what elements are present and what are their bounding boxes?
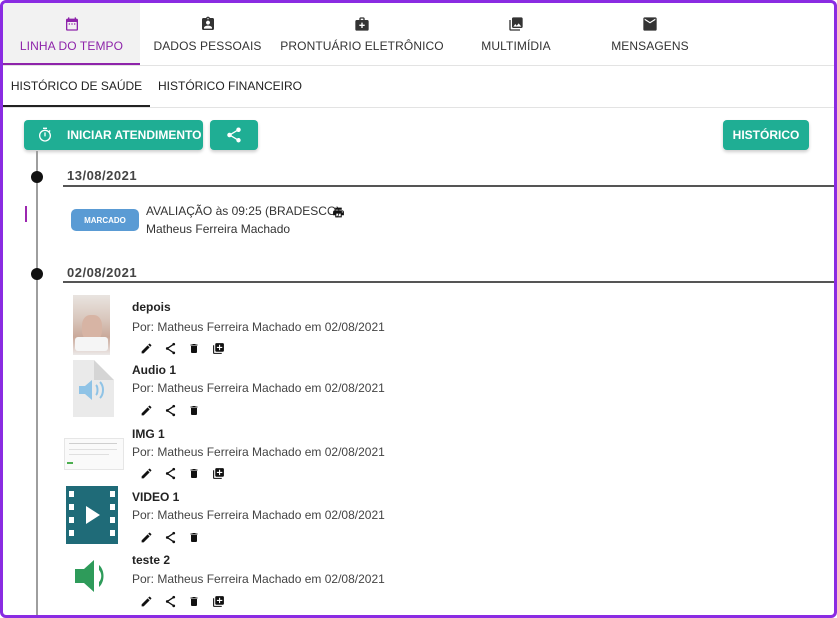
play-icon: [86, 506, 100, 524]
status-badge: MARCADO: [71, 209, 139, 231]
speaker-thumbnail[interactable]: [71, 556, 117, 596]
delete-icon[interactable]: [186, 402, 202, 418]
thumb-line: [69, 454, 109, 455]
share-icon[interactable]: [162, 465, 178, 481]
delete-icon[interactable]: [186, 529, 202, 545]
photo-thumbnail[interactable]: [73, 295, 110, 355]
tab-dados-pessoais[interactable]: DADOS PESSOAIS: [140, 3, 275, 65]
thumb-line: [69, 443, 117, 444]
add-copy-icon[interactable]: [210, 593, 226, 609]
tab-linha-do-tempo[interactable]: LINHA DO TEMPO: [3, 3, 140, 65]
delete-icon[interactable]: [186, 340, 202, 356]
timeline-date: 02/08/2021: [67, 265, 138, 280]
item-actions: [138, 402, 210, 418]
volume-icon: [75, 560, 104, 592]
appointment-title: AVALIAÇÃO às 09:25 (BRADESCO): [146, 204, 341, 218]
screenshot-thumbnail[interactable]: [64, 438, 124, 470]
id-badge-icon: [200, 15, 216, 33]
tab-label: LINHA DO TEMPO: [19, 39, 124, 53]
item-actions: [138, 465, 234, 481]
film-hole: [110, 530, 115, 536]
audio-file-thumbnail[interactable]: [73, 360, 114, 417]
mail-icon: [642, 15, 658, 33]
images-icon: [507, 15, 525, 33]
add-copy-icon[interactable]: [210, 465, 226, 481]
film-hole: [69, 491, 74, 497]
start-appointment-button[interactable]: INICIAR ATENDIMENTO: [24, 120, 203, 150]
delete-icon[interactable]: [186, 593, 202, 609]
item-author: Por: Matheus Ferreira Machado em 02/08/2…: [132, 445, 385, 459]
tab-label: HISTÓRICO FINANCEIRO: [157, 79, 302, 93]
page-fold: [94, 360, 114, 380]
date-divider: [63, 185, 834, 187]
share-button[interactable]: [210, 120, 258, 150]
edit-icon[interactable]: [138, 593, 154, 609]
speaker-icon: [79, 380, 104, 400]
item-author: Por: Matheus Ferreira Machado em 02/08/2…: [132, 320, 385, 334]
tab-label: MENSAGENS: [611, 39, 689, 53]
tab-mensagens[interactable]: MENSAGENS: [583, 3, 717, 65]
item-title: IMG 1: [132, 427, 165, 441]
share-icon[interactable]: [162, 340, 178, 356]
film-hole: [110, 517, 115, 523]
edit-icon[interactable]: [138, 465, 154, 481]
tab-historico-de-saude[interactable]: HISTÓRICO DE SAÚDE: [3, 65, 150, 107]
film-hole: [69, 517, 74, 523]
subtab-divider: [3, 107, 834, 108]
item-title: VIDEO 1: [132, 490, 180, 504]
app-frame: LINHA DO TEMPO DADOS PESSOAIS PRONTUÁRIO…: [0, 0, 837, 618]
item-author: Por: Matheus Ferreira Machado em 02/08/2…: [132, 572, 385, 586]
calendar-icon: [64, 15, 80, 33]
film-hole: [110, 491, 115, 497]
tab-label: PRONTUÁRIO ELETRÔNICO: [280, 39, 444, 53]
thumb-line: [69, 449, 117, 450]
share-icon[interactable]: [162, 529, 178, 545]
item-actions: [138, 593, 234, 609]
thumb-mark: [67, 462, 73, 464]
tab-historico-financeiro[interactable]: HISTÓRICO FINANCEIRO: [150, 65, 310, 107]
timeline-dot: [31, 171, 43, 183]
top-nav: LINHA DO TEMPO DADOS PESSOAIS PRONTUÁRIO…: [3, 3, 834, 65]
film-hole: [69, 504, 74, 510]
film-hole: [110, 504, 115, 510]
tab-prontuario-eletronico[interactable]: PRONTUÁRIO ELETRÔNICO: [275, 3, 449, 65]
timeline-line: [36, 151, 38, 615]
film-hole: [69, 530, 74, 536]
medical-bag-icon: [354, 15, 370, 33]
stopwatch-icon: [37, 127, 53, 143]
appointment-marker: [25, 206, 27, 222]
tab-label: HISTÓRICO DE SAÚDE: [10, 79, 143, 93]
video-thumbnail[interactable]: [66, 486, 118, 544]
item-author: Por: Matheus Ferreira Machado em 02/08/2…: [132, 508, 385, 522]
photo-shape: [75, 337, 108, 351]
item-title: Audio 1: [132, 363, 176, 377]
edit-icon[interactable]: [138, 529, 154, 545]
print-icon[interactable]: [332, 206, 345, 219]
add-copy-icon[interactable]: [210, 340, 226, 356]
tab-multimidia[interactable]: MULTIMÍDIA: [449, 3, 583, 65]
share-icon: [225, 126, 243, 144]
appointment-person: Matheus Ferreira Machado: [146, 222, 291, 236]
start-appointment-label: INICIAR ATENDIMENTO: [67, 128, 202, 142]
tab-label: MULTIMÍDIA: [481, 39, 551, 53]
item-title: teste 2: [132, 553, 171, 567]
share-icon[interactable]: [162, 593, 178, 609]
edit-icon[interactable]: [138, 402, 154, 418]
item-author: Por: Matheus Ferreira Machado em 02/08/2…: [132, 381, 385, 395]
date-divider: [63, 281, 834, 283]
item-actions: [138, 340, 234, 356]
history-button[interactable]: HISTÓRICO: [723, 120, 809, 150]
history-label: HISTÓRICO: [732, 128, 800, 142]
timeline-date: 13/08/2021: [67, 168, 138, 183]
item-title: depois: [132, 300, 171, 314]
tab-label: DADOS PESSOAIS: [153, 39, 262, 53]
edit-icon[interactable]: [138, 340, 154, 356]
delete-icon[interactable]: [186, 465, 202, 481]
timeline-dot: [31, 268, 43, 280]
share-icon[interactable]: [162, 402, 178, 418]
item-actions: [138, 529, 210, 545]
